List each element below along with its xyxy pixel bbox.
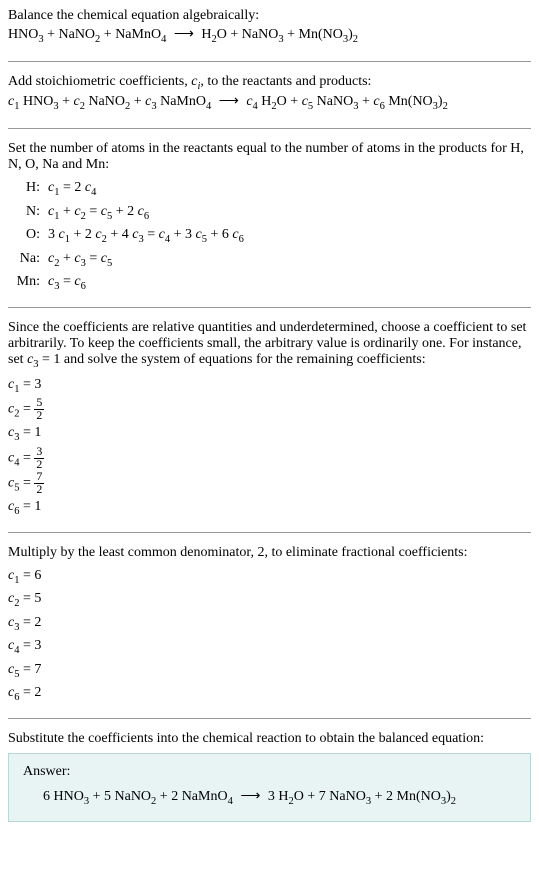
- atom-table: H: c1 = 2 c4 N: c1 + c2 = c5 + 2 c6 O: 3…: [16, 177, 531, 295]
- section6-title: Substitute the coefficients into the che…: [8, 731, 531, 747]
- atom-label: O:: [16, 224, 48, 248]
- atom-row-na: Na: c2 + c3 = c5: [16, 248, 531, 272]
- section2-title: Add stoichiometric coefficients, ci, to …: [8, 74, 531, 92]
- atom-row-h: H: c1 = 2 c4: [16, 177, 531, 201]
- section3-title: Set the number of atoms in the reactants…: [8, 141, 531, 173]
- section1-title: Balance the chemical equation algebraica…: [8, 8, 531, 24]
- section-balance-intro: Balance the chemical equation algebraica…: [8, 8, 531, 49]
- atom-label: H:: [16, 177, 48, 201]
- coeff-row: c1 = 3: [8, 374, 531, 398]
- coeff-row: c5 = 72: [8, 471, 531, 496]
- atom-label: Na:: [16, 248, 48, 272]
- atom-row-mn: Mn: c3 = c6: [16, 271, 531, 295]
- divider-4: [8, 532, 531, 533]
- atom-equation: c3 = c6: [48, 271, 531, 295]
- section1-equation: HNO3 + NaNO2 + NaMnO4 ⟶ H2O + NaNO3 + Mn…: [8, 24, 531, 49]
- atom-equation: 3 c1 + 2 c2 + 4 c3 = c4 + 3 c5 + 6 c6: [48, 224, 531, 248]
- section4-title: Since the coefficients are relative quan…: [8, 320, 531, 370]
- coeff-row: c4 = 32: [8, 446, 531, 471]
- coeff-row: c2 = 5: [8, 588, 531, 612]
- divider-2: [8, 128, 531, 129]
- answer-box: Answer: 6 HNO3 + 5 NaNO2 + 2 NaMnO4 ⟶ 3 …: [8, 753, 531, 822]
- coeff-row: c6 = 2: [8, 682, 531, 706]
- divider-3: [8, 307, 531, 308]
- section-stoichiometric: Add stoichiometric coefficients, ci, to …: [8, 74, 531, 116]
- section2-equation: c1 HNO3 + c2 NaNO2 + c3 NaMnO4 ⟶ c4 H2O …: [8, 91, 531, 116]
- coeff-row: c3 = 2: [8, 612, 531, 636]
- answer-label: Answer:: [23, 764, 516, 780]
- coeff-row: c2 = 52: [8, 397, 531, 422]
- section-final-answer: Substitute the coefficients into the che…: [8, 731, 531, 822]
- section-solve-coeffs: Since the coefficients are relative quan…: [8, 320, 531, 520]
- coeff-row: c1 = 6: [8, 565, 531, 589]
- atom-equation: c1 = 2 c4: [48, 177, 531, 201]
- section5-title: Multiply by the least common denominator…: [8, 545, 531, 561]
- coeff-row: c3 = 1: [8, 422, 531, 446]
- atom-equation: c2 + c3 = c5: [48, 248, 531, 272]
- coeff-row: c5 = 7: [8, 659, 531, 683]
- atom-equation: c1 + c2 = c5 + 2 c6: [48, 201, 531, 225]
- coeff-list-fractional: c1 = 3 c2 = 52 c3 = 1 c4 = 32 c5 = 72 c6…: [8, 374, 531, 520]
- atom-row-n: N: c1 + c2 = c5 + 2 c6: [16, 201, 531, 225]
- divider-5: [8, 718, 531, 719]
- atom-row-o: O: 3 c1 + 2 c2 + 4 c3 = c4 + 3 c5 + 6 c6: [16, 224, 531, 248]
- coeff-list-integer: c1 = 6 c2 = 5 c3 = 2 c4 = 3 c5 = 7 c6 = …: [8, 565, 531, 706]
- divider-1: [8, 61, 531, 62]
- coeff-row: c4 = 3: [8, 635, 531, 659]
- coeff-row: c6 = 1: [8, 496, 531, 520]
- section-multiply-lcd: Multiply by the least common denominator…: [8, 545, 531, 706]
- atom-label: Mn:: [16, 271, 48, 295]
- section-atom-equations: Set the number of atoms in the reactants…: [8, 141, 531, 295]
- atom-label: N:: [16, 201, 48, 225]
- answer-equation: 6 HNO3 + 5 NaNO2 + 2 NaMnO4 ⟶ 3 H2O + 7 …: [23, 786, 516, 811]
